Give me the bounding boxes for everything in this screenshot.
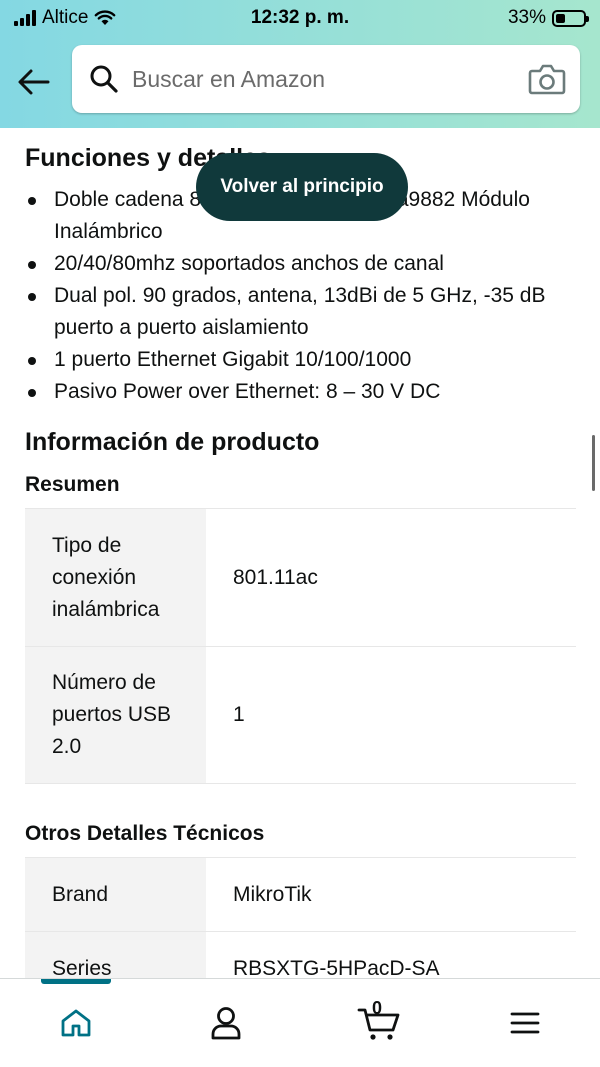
- product-details-content: Funciones y detalles Doble cadena 802.11…: [0, 128, 600, 978]
- nav-home[interactable]: [51, 1001, 101, 1045]
- nav-active-indicator: [41, 979, 111, 984]
- feature-item: 20/40/80mhz soportados anchos de canal: [24, 248, 584, 280]
- scrollbar-thumb[interactable]: [592, 435, 595, 491]
- back-to-top-button[interactable]: Volver al principio: [196, 153, 408, 221]
- battery-fill: [556, 13, 565, 23]
- nav-account[interactable]: [201, 1001, 251, 1045]
- search-box[interactable]: [72, 45, 580, 113]
- battery-percent: 33%: [507, 7, 546, 28]
- status-right: 33%: [507, 7, 589, 29]
- back-arrow-icon: [18, 69, 50, 95]
- feature-item: Pasivo Power over Ethernet: 8 – 30 V DC: [24, 376, 584, 408]
- cart-count-badge: 0: [372, 998, 383, 1018]
- summary-table: Tipo de conexión inalámbrica 801.11ac Nú…: [25, 508, 576, 784]
- table-row: Tipo de conexión inalámbrica 801.11ac: [25, 508, 576, 647]
- spec-key: Tipo de conexión inalámbrica: [25, 508, 206, 647]
- hamburger-menu-icon: [510, 1012, 540, 1034]
- battery-icon: [552, 9, 589, 27]
- spec-value: MikroTik: [206, 857, 576, 932]
- spec-key: Número de puertos USB 2.0: [25, 646, 206, 784]
- search-icon: [88, 63, 120, 95]
- table-row: Brand MikroTik: [25, 857, 576, 932]
- camera-icon[interactable]: [528, 62, 566, 96]
- search-input[interactable]: [132, 65, 512, 93]
- spec-value: 801.11ac: [206, 508, 576, 647]
- spec-key: Brand: [25, 857, 206, 932]
- spec-key: Series: [25, 931, 206, 978]
- nav-menu[interactable]: [500, 1001, 550, 1045]
- table-row: Número de puertos USB 2.0 1: [25, 646, 576, 784]
- feature-item: Dual pol. 90 grados, antena, 13dBi de 5 …: [24, 280, 584, 344]
- bottom-nav: 0: [0, 978, 600, 1067]
- spec-value: 1: [206, 646, 576, 784]
- status-bar: Altice 12:32 p. m. 33%: [0, 0, 600, 36]
- feature-item: 1 puerto Ethernet Gigabit 10/100/1000: [24, 344, 584, 376]
- back-button[interactable]: [14, 62, 54, 102]
- table-row: Series RBSXTG-5HPacD-SA: [25, 931, 576, 978]
- other-details-table: Brand MikroTik Series RBSXTG-5HPacD-SA: [25, 857, 576, 978]
- other-details-title: Otros Detalles Técnicos: [25, 822, 265, 845]
- header: Altice 12:32 p. m. 33%: [0, 0, 600, 128]
- home-icon: [61, 1009, 91, 1037]
- user-icon: [211, 1007, 241, 1040]
- summary-title: Resumen: [25, 473, 120, 496]
- product-info-title: Información de producto: [25, 428, 320, 456]
- nav-cart[interactable]: 0: [352, 998, 406, 1045]
- spec-value: RBSXTG-5HPacD-SA: [206, 931, 576, 978]
